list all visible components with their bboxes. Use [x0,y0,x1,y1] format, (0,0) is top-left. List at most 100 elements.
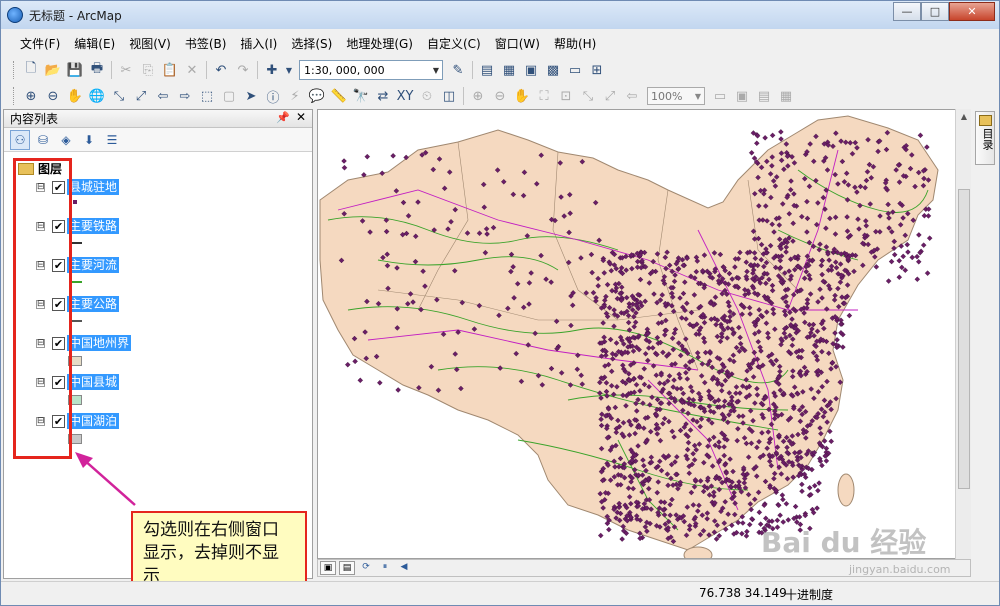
undo-icon[interactable]: ↶ [211,60,231,80]
map-vertical-scrollbar[interactable]: ▲ [955,109,971,559]
measure-icon[interactable]: 📏 [329,86,349,106]
python-window-icon[interactable]: ▭ [565,60,585,80]
identify-icon[interactable]: ⓘ [263,86,283,106]
county-point [744,528,750,535]
delete-icon[interactable]: ✕ [182,60,202,80]
add-data-icon[interactable]: ✚ [262,60,282,80]
fixed-zoom-out-icon[interactable]: ⤢ [131,86,151,106]
layer-name[interactable]: 主要公路 [67,296,120,312]
menu-bookmarks[interactable]: 书签(B) [178,34,234,54]
change-layout-icon[interactable]: ▤ [754,86,774,106]
zoom-100-icon[interactable]: ⊡ [556,86,576,106]
layer-name[interactable]: 主要河流 [67,257,120,273]
search-window-icon[interactable]: ▣ [521,60,541,80]
maximize-button[interactable]: □ [921,2,949,21]
toggle-draft-mode-icon[interactable]: ▭ [710,86,730,106]
scroll-thumb[interactable] [958,189,970,489]
layer-name[interactable]: 县城驻地 [67,179,120,195]
find-binoculars-icon[interactable]: 🔭 [351,86,371,106]
map-scale-combobox[interactable]: 1:30, 000, 000 [299,60,443,80]
menu-windows[interactable]: 窗口(W) [488,34,547,54]
full-extent-globe-icon[interactable]: 🌐 [87,86,107,106]
close-button[interactable]: ✕ [949,2,995,21]
county-point [915,259,922,265]
layout-back-icon[interactable]: ⇦ [622,86,642,106]
layout-pan-icon[interactable]: ✋ [512,86,532,106]
layer-name[interactable]: 主要铁路 [67,218,120,234]
select-features-icon[interactable]: ⬚ [197,86,217,106]
list-by-drawing-order-icon[interactable]: ⚇ [10,129,30,150]
menu-selection[interactable]: 选择(S) [284,34,339,54]
minimize-button[interactable]: — [893,2,921,21]
select-elements-arrow-icon[interactable]: ➤ [241,86,261,106]
layer-name[interactable]: 中国地州界 [67,335,132,351]
editor-toolbar-icon[interactable]: ✎ [448,60,468,80]
menu-insert[interactable]: 插入(I) [233,34,284,54]
menu-customize[interactable]: 自定义(C) [420,34,488,54]
list-by-selection-icon[interactable]: ⬇ [79,130,99,150]
layout-zoom-in-icon[interactable]: ⊕ [468,86,488,106]
layout-fixed-zoom-out-icon[interactable]: ⤢ [600,86,620,106]
data-driven-pages-icon[interactable]: ▦ [776,86,796,106]
arctoolbox-icon[interactable]: ▩ [543,60,563,80]
open-folder-icon[interactable]: 📂 [43,60,63,80]
county-point [799,488,805,495]
county-point [806,485,813,491]
time-slider-icon[interactable]: ⏲ [417,86,437,106]
scroll-up-icon[interactable]: ▲ [956,109,972,125]
layer-name[interactable]: 中国湖泊 [67,413,120,429]
print-icon[interactable]: 🖶 [87,60,107,80]
menu-edit[interactable]: 编辑(E) [67,34,122,54]
dropdown-arrow-icon[interactable]: ▼ [284,60,294,80]
model-builder-icon[interactable]: ⊞ [587,60,607,80]
layout-fixed-zoom-in-icon[interactable]: ⤡ [578,86,598,106]
pin-icon[interactable]: 📌 [276,111,290,124]
html-popup-icon[interactable]: 💬 [307,86,327,106]
menu-help[interactable]: 帮助(H) [547,34,603,54]
layer-name[interactable]: 中国县城 [67,374,120,390]
catalog-window-icon[interactable]: ▦ [499,60,519,80]
list-by-visibility-icon[interactable]: ◈ [56,130,76,150]
menu-file[interactable]: 文件(F) [13,34,67,54]
menu-geoprocessing[interactable]: 地理处理(G) [339,34,420,54]
table-of-contents-icon[interactable]: ▤ [477,60,497,80]
cut-icon[interactable]: ✂ [116,60,136,80]
find-route-icon[interactable]: ⇄ [373,86,393,106]
refresh-icon[interactable]: ⟳ [358,561,374,575]
hyperlink-icon[interactable]: ⚡ [285,86,305,106]
go-to-xy-icon[interactable]: XY [395,86,415,106]
map-data-view[interactable] [317,109,971,559]
forward-extent-icon[interactable]: ⇨ [175,86,195,106]
focus-data-frame-icon[interactable]: ▣ [732,86,752,106]
county-point [352,358,358,365]
layout-view-icon[interactable]: ▤ [339,561,355,575]
close-icon[interactable]: ✕ [296,110,306,124]
toc-options-icon[interactable]: ☰ [102,130,122,150]
redo-icon[interactable]: ↷ [233,60,253,80]
list-by-source-icon[interactable]: ⛁ [33,130,53,150]
data-view-icon[interactable]: ▣ [320,561,336,575]
layout-zoom-out-icon[interactable]: ⊖ [490,86,510,106]
toolbar-grip[interactable] [13,87,16,105]
paste-icon[interactable]: 📋 [160,60,180,80]
pause-drawing-icon[interactable]: ⏸ [377,561,393,575]
save-icon[interactable]: 💾 [65,60,85,80]
create-viewer-window-icon[interactable]: ◫ [439,86,459,106]
zoom-whole-page-icon[interactable]: ⛶ [534,86,554,106]
pan-hand-icon[interactable]: ✋ [65,86,85,106]
county-point [777,512,783,519]
back-extent-icon[interactable]: ⇦ [153,86,173,106]
new-document-icon[interactable]: 🗋 [21,60,41,80]
layout-zoom-combobox[interactable]: 100% [647,87,705,105]
toolbar-grip[interactable] [13,61,16,79]
zoom-in-icon[interactable]: ⊕ [21,86,41,106]
scroll-left-icon[interactable]: ◀ [396,561,412,575]
menu-view[interactable]: 视图(V) [122,34,178,54]
fixed-zoom-in-icon[interactable]: ⤡ [109,86,129,106]
china-map[interactable] [318,110,970,558]
clear-selection-icon[interactable]: ▢ [219,86,239,106]
county-point [619,536,625,542]
copy-icon[interactable]: ⎘ [138,60,158,80]
zoom-out-icon[interactable]: ⊖ [43,86,63,106]
catalog-dock-tab[interactable]: 目录 [975,111,995,165]
